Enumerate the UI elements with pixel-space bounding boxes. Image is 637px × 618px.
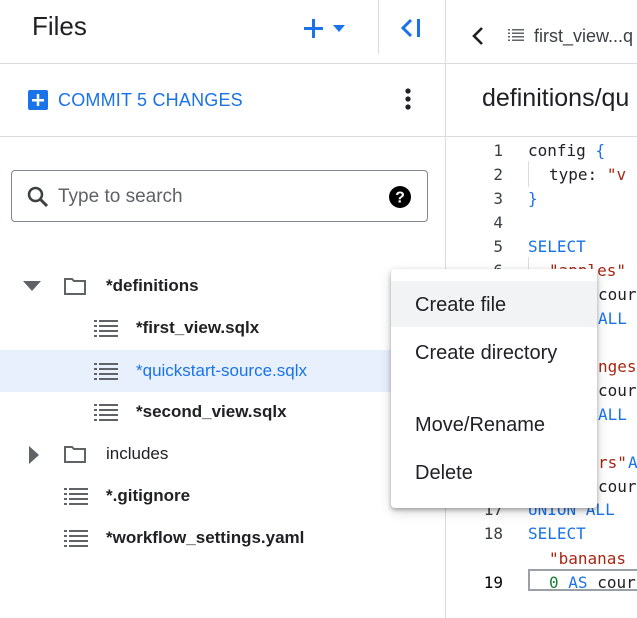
- caret-down-icon: [333, 25, 345, 32]
- line-number: 4: [493, 213, 503, 232]
- line-number: 18: [483, 524, 503, 543]
- code-token: ALL: [598, 405, 627, 424]
- code-token: "bananas: [549, 549, 627, 568]
- tree-label: *first_view.sqlx: [136, 318, 260, 337]
- files-panel: Files COMMIT 5 CHANGES Type to search ? …: [0, 0, 445, 618]
- menu-item-label: Create file: [415, 294, 507, 316]
- file-lines-icon: [94, 320, 118, 337]
- chevron-left-icon[interactable]: [472, 27, 484, 45]
- panel-title: Files: [32, 11, 87, 41]
- code-token: cour: [598, 477, 637, 496]
- indent-guide: [528, 161, 529, 187]
- folder-icon: [64, 446, 86, 463]
- plus-icon: [304, 19, 345, 38]
- plus-square-icon: [28, 90, 48, 110]
- search-box: ?: [11, 170, 428, 222]
- help-icon[interactable]: ?: [388, 185, 412, 209]
- tree-label: *definitions: [106, 276, 199, 295]
- tree-file-second-view[interactable]: *second_view.sqlx: [0, 391, 445, 433]
- tree-label: *.gitignore: [106, 486, 191, 505]
- header-divider: [378, 0, 379, 54]
- line-number: 2: [493, 165, 503, 184]
- code-token: cour: [598, 381, 637, 400]
- editor-tab-bar: first_view...q: [446, 0, 637, 63]
- svg-text:?: ?: [395, 190, 405, 207]
- search-input[interactable]: [56, 183, 380, 211]
- file-lines-icon: [94, 363, 118, 380]
- editor-tab-label: first_view...q: [534, 26, 634, 46]
- file-lines-icon: [64, 530, 88, 547]
- caret-right-icon[interactable]: [28, 445, 40, 465]
- tree-label: includes: [106, 444, 169, 463]
- collapse-left-icon: [400, 18, 420, 38]
- divider: [446, 63, 637, 64]
- divider: [0, 136, 445, 137]
- line-number: 3: [493, 189, 503, 208]
- menu-item-create-file[interactable]: Create file: [391, 281, 597, 327]
- tree-folder-includes[interactable]: includes: [0, 433, 445, 475]
- code-token: rs": [598, 453, 627, 472]
- tree-label: *quickstart-source.sqlx: [136, 361, 308, 380]
- tree-folder-definitions[interactable]: *definitions: [0, 265, 445, 307]
- file-lines-icon: [508, 29, 524, 41]
- menu-item-move-rename[interactable]: Move/Rename: [391, 401, 597, 447]
- menu-item-label: Delete: [415, 462, 473, 484]
- code-token: A: [628, 453, 637, 472]
- code-token: config {: [528, 141, 606, 160]
- menu-item-create-directory[interactable]: Create directory: [391, 329, 597, 375]
- code-token: SELECT: [528, 524, 586, 543]
- divider: [0, 63, 445, 64]
- code-token: ALL: [598, 309, 627, 328]
- collapse-panel-button[interactable]: [396, 12, 428, 44]
- tree-file-first-view[interactable]: *first_view.sqlx: [0, 307, 445, 349]
- code-token: nges: [598, 357, 637, 376]
- line-number: 1: [493, 141, 503, 160]
- context-menu: Create file Create directory Move/Rename…: [391, 269, 597, 508]
- code-token: 0 AS cour: [549, 573, 636, 592]
- commit-button[interactable]: COMMIT 5 CHANGES: [28, 86, 243, 114]
- code-token: }: [528, 189, 538, 208]
- code-token: SELECT: [528, 237, 586, 256]
- folder-icon: [64, 278, 86, 295]
- menu-item-delete[interactable]: Delete: [391, 449, 597, 495]
- file-path-title: definitions/qu: [482, 84, 630, 112]
- menu-item-label: Create directory: [415, 342, 558, 364]
- tree-label: *second_view.sqlx: [136, 402, 287, 421]
- code-token: type: "v: [549, 165, 627, 184]
- menu-item-label: Move/Rename: [415, 414, 546, 436]
- file-lines-icon: [94, 404, 118, 421]
- search-icon: [27, 186, 49, 208]
- file-lines-icon: [64, 488, 88, 505]
- tree-file-quickstart-source[interactable]: *quickstart-source.sqlx: [0, 350, 445, 392]
- more-options-button[interactable]: [395, 86, 421, 114]
- line-number: 19: [483, 573, 503, 592]
- line-number: 5: [493, 237, 503, 256]
- tree-file-gitignore[interactable]: *.gitignore: [0, 475, 445, 517]
- caret-down-icon[interactable]: [22, 280, 42, 292]
- add-button[interactable]: [300, 12, 352, 44]
- divider: [446, 136, 637, 137]
- tree-label: *workflow_settings.yaml: [106, 528, 305, 547]
- more-vert-icon: [405, 88, 411, 110]
- code-token: cour: [598, 285, 637, 304]
- commit-label: COMMIT 5 CHANGES: [58, 89, 243, 110]
- editor-tab[interactable]: first_view...q: [506, 20, 637, 52]
- tree-file-workflow-settings[interactable]: *workflow_settings.yaml: [0, 517, 445, 559]
